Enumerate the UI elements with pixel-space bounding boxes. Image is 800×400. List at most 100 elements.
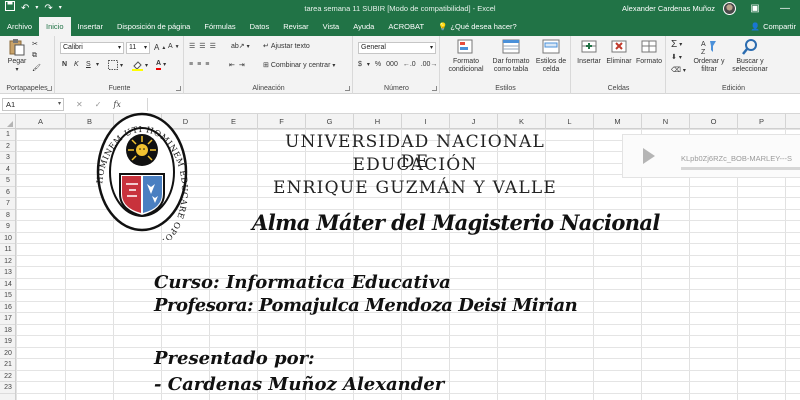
conditional-format-button[interactable]: Formato condicional bbox=[444, 38, 488, 74]
tab-inicio[interactable]: Inicio bbox=[39, 17, 71, 36]
tell-me-search[interactable]: 💡 ¿Qué desea hacer? bbox=[431, 17, 524, 36]
cell-styles-button[interactable]: Estilos de celda bbox=[533, 38, 569, 74]
tab-disposicion-de-pagina[interactable]: Disposición de página bbox=[110, 17, 197, 36]
share-button[interactable]: 👤 Compartir bbox=[751, 17, 800, 36]
font-launcher[interactable] bbox=[176, 86, 181, 91]
row-header-2[interactable]: 2 bbox=[0, 141, 15, 152]
minimize-button[interactable]: — bbox=[774, 3, 796, 14]
row-header-1[interactable]: 1 bbox=[0, 129, 15, 141]
clear-icon[interactable]: ⌫ ▾ bbox=[671, 66, 686, 74]
column-header-n[interactable]: N bbox=[642, 114, 690, 129]
row-header-23[interactable]: 23 bbox=[0, 382, 15, 394]
fill-icon[interactable]: ⬇ ▾ bbox=[671, 53, 682, 61]
font-size-dropdown[interactable]: 11 ▾ bbox=[126, 42, 150, 54]
italic-button[interactable]: K bbox=[74, 61, 79, 68]
row-header-13[interactable]: 13 bbox=[0, 267, 15, 279]
row-header-22[interactable]: 22 bbox=[0, 371, 15, 382]
align-top-icon[interactable]: ☰ bbox=[189, 42, 195, 50]
enter-icon[interactable]: ✓ bbox=[95, 98, 102, 111]
undo-dropdown-icon[interactable]: ▾ bbox=[35, 0, 38, 17]
paste-button[interactable]: Pegar ▾ bbox=[5, 38, 29, 74]
row-header-15[interactable]: 15 bbox=[0, 290, 15, 302]
row-header-17[interactable]: 17 bbox=[0, 313, 15, 325]
fill-color-icon[interactable]: ▾ bbox=[132, 60, 148, 71]
formula-input[interactable] bbox=[147, 98, 800, 111]
tab-insertar[interactable]: Insertar bbox=[71, 17, 110, 36]
row-header-20[interactable]: 20 bbox=[0, 348, 15, 359]
row-header-18[interactable]: 18 bbox=[0, 325, 15, 336]
user-name[interactable]: Alexander Cardenas Muñoz bbox=[622, 4, 715, 13]
select-all-button[interactable] bbox=[0, 114, 16, 129]
shrink-font-icon[interactable]: A ▼ bbox=[168, 43, 180, 50]
tab-acrobat[interactable]: ACROBAT bbox=[381, 17, 431, 36]
align-middle-icon[interactable]: ☰ bbox=[199, 42, 205, 50]
customize-toolbar-icon[interactable]: ▾ bbox=[59, 0, 62, 17]
align-left-icon[interactable]: ≡ bbox=[189, 61, 193, 68]
number-launcher[interactable] bbox=[432, 86, 437, 91]
tab-revisar[interactable]: Revisar bbox=[276, 17, 315, 36]
insert-function-icon[interactable]: fx bbox=[113, 98, 120, 111]
column-header-l[interactable]: L bbox=[546, 114, 594, 129]
autosum-icon[interactable]: Σ ▾ bbox=[671, 39, 682, 50]
format-painter-icon[interactable]: 🖌 bbox=[32, 64, 41, 72]
decrease-indent-icon[interactable]: ⇤ bbox=[229, 61, 235, 69]
cancel-icon[interactable]: ✕ bbox=[76, 98, 83, 111]
column-header-k[interactable]: K bbox=[498, 114, 546, 129]
increase-decimal-icon[interactable]: ←.0 bbox=[403, 61, 416, 68]
align-center-icon[interactable]: ≡ bbox=[197, 61, 201, 68]
column-header-a[interactable]: A bbox=[16, 114, 66, 129]
ribbon-display-options-icon[interactable]: ▣ bbox=[744, 3, 766, 14]
delete-cells-button[interactable]: Eliminar bbox=[605, 38, 633, 66]
tab-ayuda[interactable]: Ayuda bbox=[346, 17, 381, 36]
underline-dropdown-icon[interactable]: ▾ bbox=[96, 61, 99, 68]
merge-center-button[interactable]: ⊞ Combinar y centrar ▾ bbox=[263, 61, 335, 70]
column-header-h[interactable]: H bbox=[354, 114, 402, 129]
column-header-q[interactable]: Q bbox=[786, 114, 800, 129]
column-header-f[interactable]: F bbox=[258, 114, 306, 129]
font-name-dropdown[interactable]: Calibri ▾ bbox=[60, 42, 124, 54]
underline-button[interactable]: S bbox=[86, 61, 91, 68]
format-as-table-button[interactable]: Dar formato como tabla bbox=[489, 38, 533, 74]
align-bottom-icon[interactable]: ☰ bbox=[210, 42, 216, 50]
thousands-button[interactable]: 000 bbox=[386, 61, 398, 68]
column-header-m[interactable]: M bbox=[594, 114, 642, 129]
clipboard-launcher[interactable] bbox=[47, 86, 52, 91]
row-header-9[interactable]: 9 bbox=[0, 221, 15, 233]
currency-button[interactable]: $ bbox=[358, 61, 362, 68]
number-format-dropdown[interactable]: General ▾ bbox=[358, 42, 436, 54]
undo-icon[interactable]: ↶ bbox=[21, 0, 29, 17]
row-header-14[interactable]: 14 bbox=[0, 279, 15, 290]
row-header-5[interactable]: 5 bbox=[0, 175, 15, 187]
column-header-o[interactable]: O bbox=[690, 114, 738, 129]
row-header-21[interactable]: 21 bbox=[0, 359, 15, 371]
row-header-8[interactable]: 8 bbox=[0, 210, 15, 221]
row-header-10[interactable]: 10 bbox=[0, 233, 15, 244]
avatar[interactable] bbox=[723, 2, 736, 15]
media-progress-track[interactable] bbox=[681, 167, 800, 170]
tab-datos[interactable]: Datos bbox=[243, 17, 277, 36]
row-header-19[interactable]: 19 bbox=[0, 336, 15, 348]
row-header-3[interactable]: 3 bbox=[0, 152, 15, 164]
redo-icon[interactable]: ↷ bbox=[44, 0, 52, 17]
align-right-icon[interactable]: ≡ bbox=[205, 61, 209, 68]
row-header-4[interactable]: 4 bbox=[0, 164, 15, 175]
increase-indent-icon[interactable]: ⇥ bbox=[239, 61, 245, 69]
column-header-i[interactable]: I bbox=[402, 114, 450, 129]
alignment-launcher[interactable] bbox=[345, 86, 350, 91]
grow-font-icon[interactable]: A ▲ bbox=[154, 43, 166, 52]
play-icon[interactable] bbox=[643, 148, 655, 164]
font-color-icon[interactable]: A ▾ bbox=[156, 59, 166, 70]
borders-icon[interactable]: ▾ bbox=[108, 60, 123, 70]
column-header-e[interactable]: E bbox=[210, 114, 258, 129]
find-select-button[interactable]: Buscar y seleccionar bbox=[727, 38, 773, 74]
wrap-text-button[interactable]: ↵ Ajustar texto bbox=[263, 42, 310, 51]
column-header-p[interactable]: P bbox=[738, 114, 786, 129]
tab-vista[interactable]: Vista bbox=[316, 17, 347, 36]
column-header-j[interactable]: J bbox=[450, 114, 498, 129]
tab-formulas[interactable]: Fórmulas bbox=[197, 17, 242, 36]
sort-filter-button[interactable]: AZ Ordenar y filtrar bbox=[691, 38, 727, 74]
tab-archivo[interactable]: Archivo bbox=[0, 17, 39, 36]
decrease-decimal-icon[interactable]: .00→ bbox=[421, 61, 438, 68]
row-header-16[interactable]: 16 bbox=[0, 302, 15, 313]
name-box[interactable]: A1 ▾ bbox=[2, 98, 64, 111]
